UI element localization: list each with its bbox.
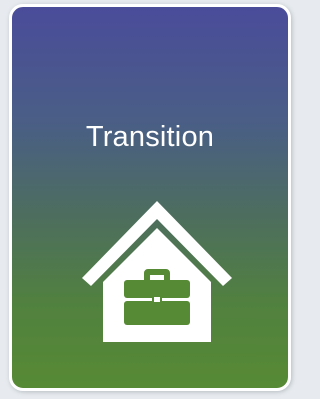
card-title: Transition — [85, 121, 215, 153]
transition-card[interactable]: Transition — [9, 4, 291, 391]
house-with-briefcase-icon — [82, 201, 232, 342]
